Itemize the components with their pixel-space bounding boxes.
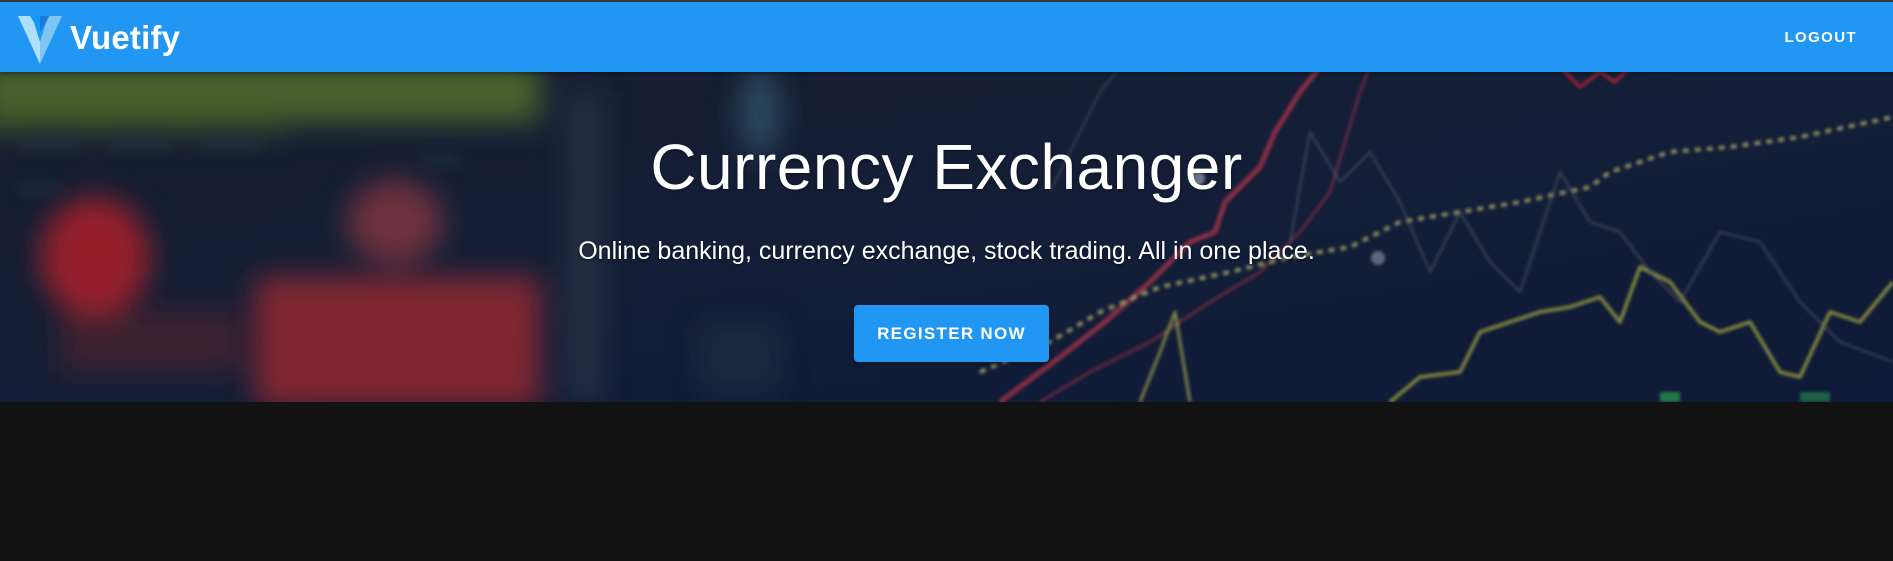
vuetify-logo-icon (18, 16, 62, 64)
brand-name: Vuetify (70, 19, 181, 56)
hero-content: Currency Exchanger Online banking, curre… (0, 72, 1893, 402)
app-bar: Vuetify LOGOUT (0, 2, 1893, 72)
logout-button[interactable]: LOGOUT (1770, 19, 1871, 55)
hero-section: Currency Exchanger Online banking, curre… (0, 72, 1893, 402)
hero-subtitle: Online banking, currency exchange, stock… (578, 237, 1315, 265)
register-now-button[interactable]: REGISTER NOW (854, 305, 1049, 362)
brand[interactable]: Vuetify (18, 11, 180, 65)
hero-title: Currency Exchanger (650, 131, 1243, 203)
